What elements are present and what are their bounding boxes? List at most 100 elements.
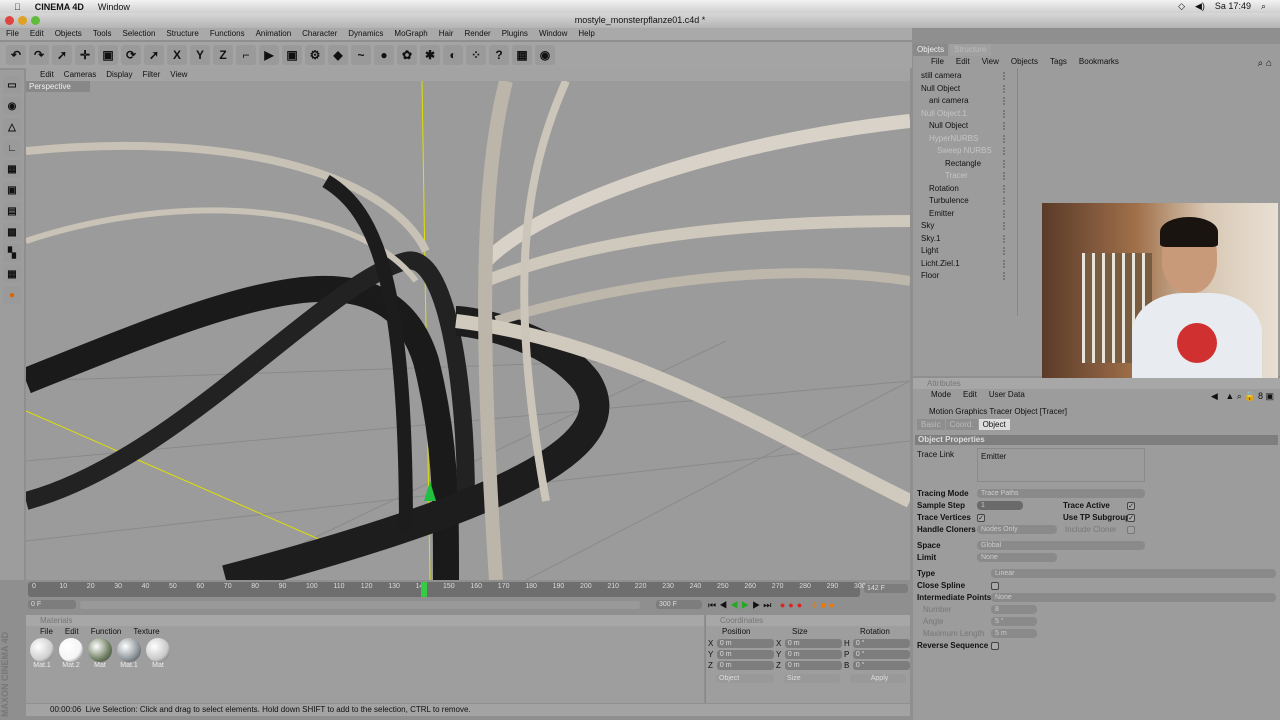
- object-item[interactable]: HyperNURBS: [913, 133, 1005, 146]
- visibility-toggle[interactable]: [1003, 72, 1006, 80]
- menu-tools[interactable]: Tools: [93, 28, 112, 40]
- menu-dynamics[interactable]: Dynamics: [348, 28, 383, 40]
- rotation-field[interactable]: 0 °: [852, 650, 910, 659]
- object-item[interactable]: Tracer: [913, 170, 1005, 183]
- visibility-toggle[interactable]: [1003, 97, 1006, 105]
- include-cloner-checkbox[interactable]: [1127, 526, 1135, 534]
- visibility-toggle[interactable]: [1003, 109, 1006, 118]
- materials-menu-file[interactable]: File: [40, 626, 53, 638]
- workplane-icon[interactable]: ▚: [3, 244, 21, 262]
- position-field[interactable]: 0 m: [716, 639, 774, 648]
- objects-menu-bookmarks[interactable]: Bookmarks: [1079, 56, 1119, 68]
- object-item[interactable]: Light: [913, 245, 1005, 258]
- visibility-toggle[interactable]: [1003, 197, 1006, 205]
- tab-basic[interactable]: Basic: [917, 419, 945, 430]
- visibility-toggle[interactable]: [1003, 172, 1006, 180]
- playback-controls[interactable]: ⏮◀◀▶▶⏭ ●●● ✛■●: [708, 600, 837, 611]
- deformer-icon[interactable]: ✱: [420, 45, 440, 65]
- position-field[interactable]: 0 m: [716, 650, 774, 659]
- viewport-perspective[interactable]: Perspective: [26, 81, 910, 580]
- tab-coord[interactable]: Coord.: [945, 419, 978, 430]
- size-field[interactable]: 0 m: [784, 650, 842, 659]
- handle-cloners-dropdown[interactable]: Nodes Only: [977, 525, 1057, 534]
- close-button[interactable]: [5, 16, 14, 25]
- tab-structure[interactable]: Structure: [950, 44, 991, 56]
- rotation-field[interactable]: 0 °: [852, 639, 910, 648]
- tab-object[interactable]: Object: [978, 419, 1010, 430]
- materials-menu-function[interactable]: Function: [91, 626, 122, 638]
- grid-icon[interactable]: ▦: [3, 265, 21, 283]
- menu-help[interactable]: Help: [578, 28, 594, 40]
- zoom-button[interactable]: [31, 16, 40, 25]
- type-dropdown[interactable]: Linear: [991, 569, 1276, 578]
- render-settings-icon[interactable]: ⚙: [305, 45, 325, 65]
- select-icon[interactable]: ➚: [52, 45, 72, 65]
- points-mode-icon[interactable]: △: [3, 118, 21, 136]
- nurbs-icon[interactable]: ●: [374, 45, 394, 65]
- visibility-toggle[interactable]: [1003, 134, 1006, 143]
- materials-menu-texture[interactable]: Texture: [133, 626, 159, 638]
- visibility-toggle[interactable]: [1003, 147, 1006, 155]
- use-tp-subgroups-checkbox[interactable]: ✓: [1127, 514, 1135, 522]
- rotation-field[interactable]: 0 °: [852, 661, 910, 670]
- model-mode-icon[interactable]: ▭: [3, 76, 21, 94]
- menu-render[interactable]: Render: [464, 28, 490, 40]
- live-select-icon[interactable]: ➚: [144, 45, 164, 65]
- visibility-toggle[interactable]: [1003, 259, 1006, 268]
- menu-animation[interactable]: Animation: [256, 28, 292, 40]
- tab-objects[interactable]: Objects: [913, 44, 949, 56]
- material-item[interactable]: Mat.1: [115, 638, 143, 672]
- menu-objects[interactable]: Objects: [55, 28, 82, 40]
- intermediate-points-dropdown[interactable]: None: [991, 593, 1276, 602]
- reverse-sequence-checkbox[interactable]: [991, 642, 999, 650]
- visibility-toggle[interactable]: [1003, 272, 1006, 280]
- material-item[interactable]: Mat.2: [57, 638, 85, 672]
- clock[interactable]: Sa 17:49: [1215, 1, 1251, 12]
- object-item[interactable]: Rotation: [913, 183, 1005, 196]
- object-item[interactable]: Rectangle: [913, 158, 1005, 171]
- frame-range-slider[interactable]: [80, 601, 640, 609]
- visibility-toggle[interactable]: [1003, 222, 1006, 230]
- undo-icon[interactable]: ↶: [6, 45, 26, 65]
- viewport-menu-filter[interactable]: Filter: [142, 68, 160, 81]
- trace-active-checkbox[interactable]: ✓: [1127, 502, 1135, 510]
- menu-plugins[interactable]: Plugins: [502, 28, 528, 40]
- apply-button[interactable]: Apply: [850, 674, 906, 683]
- number-field[interactable]: 8: [991, 605, 1037, 614]
- objects-menu-tags[interactable]: Tags: [1050, 56, 1067, 68]
- wifi-icon[interactable]: ◇: [1178, 1, 1185, 12]
- polygons-mode-icon[interactable]: ▦: [3, 160, 21, 178]
- maximum-length-field[interactable]: 5 m: [991, 629, 1037, 638]
- space-dropdown[interactable]: Global: [977, 541, 1145, 550]
- viewport-menu-display[interactable]: Display: [106, 68, 132, 81]
- spline-icon[interactable]: ~: [351, 45, 371, 65]
- size-field[interactable]: 0 m: [784, 661, 842, 670]
- objects-menu-file[interactable]: File: [931, 56, 944, 68]
- timeline-ruler[interactable]: 0102030405060708090100110120130140150160…: [28, 582, 866, 597]
- menu-functions[interactable]: Functions: [210, 28, 245, 40]
- menu-character[interactable]: Character: [302, 28, 337, 40]
- layout-icon[interactable]: ▦: [512, 45, 532, 65]
- viewport-menu-view[interactable]: View: [170, 68, 187, 81]
- edges-mode-icon[interactable]: ∟: [3, 139, 21, 157]
- current-frame-field[interactable]: 142 F: [864, 584, 908, 593]
- object-item[interactable]: Licht.Ziel.1: [913, 258, 1005, 271]
- menu-edit[interactable]: Edit: [30, 28, 44, 40]
- help-icon[interactable]: ?: [489, 45, 509, 65]
- tweak-mode-icon[interactable]: ▤: [3, 202, 21, 220]
- coord-mode-dropdown[interactable]: Object: [716, 674, 774, 683]
- close-spline-checkbox[interactable]: [991, 582, 999, 590]
- trace-vertices-checkbox[interactable]: ✓: [977, 514, 985, 522]
- object-item[interactable]: Turbulence: [913, 195, 1005, 208]
- redo-icon[interactable]: ↷: [29, 45, 49, 65]
- sample-step-field[interactable]: 1: [977, 501, 1023, 510]
- menu-hair[interactable]: Hair: [439, 28, 454, 40]
- visibility-toggle[interactable]: [1003, 209, 1006, 218]
- attr-nav-icons[interactable]: ◀ ▲ ⌕ 🔒 8 ▣: [1211, 391, 1274, 402]
- visibility-toggle[interactable]: [1003, 159, 1006, 168]
- object-item[interactable]: still camera: [913, 70, 1005, 83]
- apple-icon[interactable]: : [14, 2, 21, 12]
- start-frame-field[interactable]: 0 F: [28, 600, 76, 609]
- menu-file[interactable]: File: [6, 28, 19, 40]
- array-icon[interactable]: ✿: [397, 45, 417, 65]
